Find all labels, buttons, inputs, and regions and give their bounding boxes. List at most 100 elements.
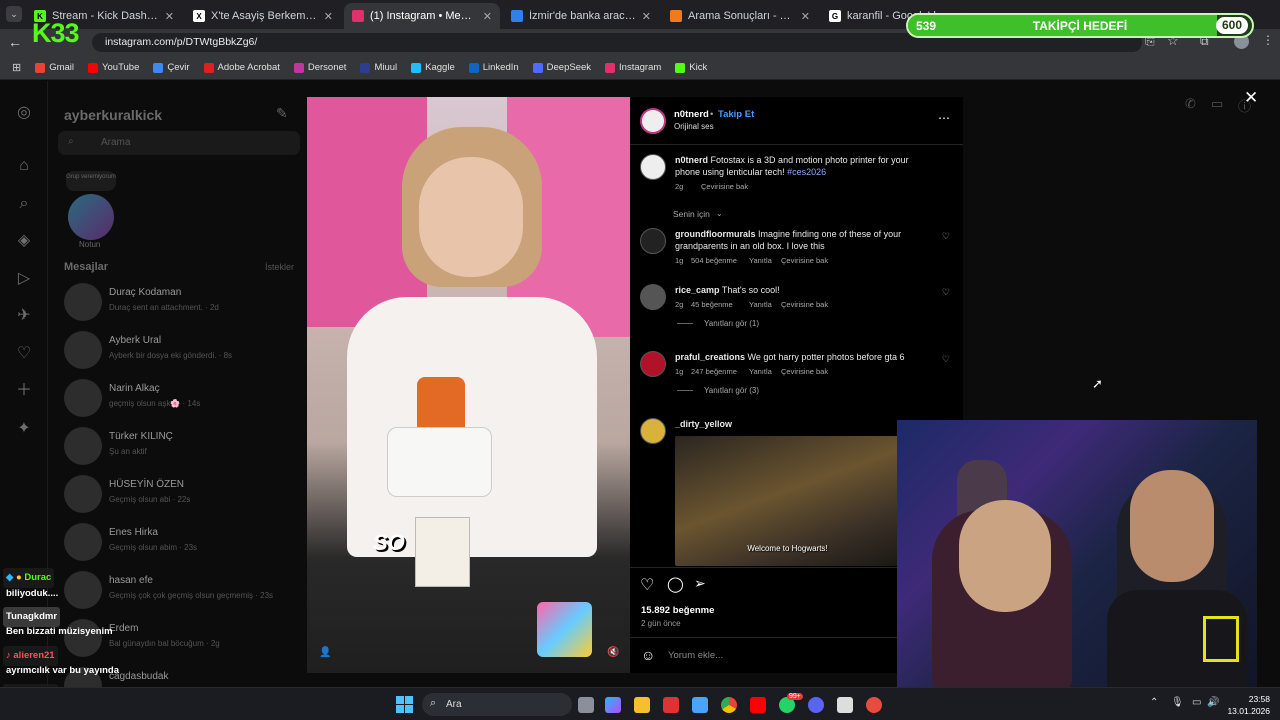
comment-username[interactable]: rice_camp — [675, 285, 720, 295]
create-plus-icon[interactable]: ＋ — [14, 381, 34, 401]
more-options-icon[interactable]: ⋯ — [938, 111, 950, 125]
messages-icon[interactable]: ✈ — [14, 306, 34, 326]
post-video[interactable]: SO 👤 🔇 — [307, 97, 630, 673]
comment-image[interactable]: Welcome to Hogwarts! — [675, 436, 900, 566]
tab-close-icon[interactable]: ✕ — [324, 10, 333, 23]
comment-like-count[interactable]: 504 beğenme — [691, 256, 737, 265]
author-username[interactable]: n0tnerd — [674, 109, 709, 120]
tray-chevron-icon[interactable]: ⌃ — [1150, 697, 1158, 708]
back-icon[interactable]: ← — [8, 34, 24, 50]
bookmark-item[interactable]: Dersonet — [293, 62, 346, 73]
comment-reply-button[interactable]: Yanıtla — [749, 300, 772, 309]
youtube-icon[interactable] — [750, 697, 766, 713]
dm-list-item[interactable]: Enes Hirka Geçmiş olsun abim · 23s — [64, 521, 304, 565]
start-windows-icon[interactable] — [396, 696, 413, 713]
comment-like-count[interactable]: 45 beğenme — [691, 300, 733, 309]
tab-close-icon[interactable]: ✕ — [483, 10, 492, 23]
comment-translate[interactable]: Çevirisine bak — [781, 256, 828, 265]
caption-translate[interactable]: Çevirisine bak — [701, 182, 748, 191]
bookmark-item[interactable]: DeepSeek — [532, 62, 591, 73]
comment-avatar[interactable] — [640, 418, 666, 444]
calendar-app-icon[interactable] — [663, 697, 679, 713]
browser-tab[interactable]: X X'te Asayiş Berkemal: "Olayın o ✕ — [185, 3, 341, 29]
comment-reply-button[interactable]: Yanıtla — [749, 367, 772, 376]
view-replies[interactable]: Yanıtları gör (3) — [704, 386, 759, 395]
comment-username[interactable]: _dirty_yellow — [675, 419, 732, 429]
comment-like-count[interactable]: 247 beğenme — [691, 367, 737, 376]
comment-username[interactable]: praful_creations — [675, 352, 745, 362]
tag-people-icon[interactable]: 👤 — [319, 647, 331, 658]
taskbar-search[interactable]: ⌕ Ara — [422, 693, 572, 716]
dm-list-item[interactable]: HÜSEYİN ÖZEN Geçmiş olsun abi · 22s — [64, 473, 304, 517]
volume-icon[interactable]: 🔊 — [1207, 697, 1219, 708]
audio-label[interactable]: Orijinal ses — [674, 122, 714, 131]
comment-translate[interactable]: Çevirisine bak — [781, 300, 828, 309]
call-icon[interactable]: ✆ — [1185, 96, 1196, 112]
caption-avatar[interactable] — [640, 154, 666, 180]
comment-like-heart-icon[interactable]: ♡ — [942, 287, 950, 298]
bookmark-item[interactable]: Miuul — [360, 62, 397, 73]
bookmark-item[interactable]: LinkedIn — [468, 62, 519, 73]
dm-list-item[interactable]: Narin Alkaç geçmiş olsun aşk🌸 · 14s — [64, 377, 304, 421]
bookmark-item[interactable]: Kaggle — [411, 62, 455, 73]
chrome-icon[interactable] — [721, 697, 737, 713]
browser-tab[interactable]: Arama Sonuçları - Trendyol ✕ — [662, 3, 818, 29]
obs-icon[interactable] — [866, 697, 882, 713]
comment-like-heart-icon[interactable]: ♡ — [942, 231, 950, 242]
mute-icon[interactable]: 🔇 — [607, 647, 619, 658]
view-replies[interactable]: Yanıtları gör (1) — [704, 319, 759, 328]
file-explorer-icon[interactable] — [634, 697, 650, 713]
browser-tab[interactable]: (1) Instagram • Mesajlar ✕ — [344, 3, 500, 29]
clock-date[interactable]: 13.01.2026 — [1220, 706, 1270, 716]
profile-icon[interactable]: ✦ — [14, 419, 34, 439]
comment-avatar[interactable] — [640, 284, 666, 310]
bookmark-item[interactable]: Adobe Acrobat — [203, 62, 280, 73]
store-icon[interactable] — [692, 697, 708, 713]
caption-hashtag[interactable]: #ces2026 — [787, 167, 826, 177]
bookmark-item[interactable]: Çevir — [153, 62, 190, 73]
tab-close-icon[interactable]: ✕ — [642, 10, 651, 23]
comment-like-heart-icon[interactable]: ♡ — [942, 354, 950, 365]
comment-input[interactable]: Yorum ekle... — [668, 650, 723, 661]
comment-reply-button[interactable]: Yanıtla — [749, 256, 772, 265]
emoji-icon[interactable]: ☺ — [641, 647, 655, 663]
bookmark-item[interactable]: Instagram — [605, 62, 661, 73]
dm-list-item[interactable]: Ayberk Ural Ayberk bir dosya eki gönderdi… — [64, 329, 304, 373]
bookmark-item[interactable]: Kick — [675, 62, 707, 73]
follow-button[interactable]: Takip Et — [718, 109, 754, 120]
dm-list-item[interactable]: Türker KILINÇ Şu an aktif — [64, 425, 304, 469]
tab-close-icon[interactable]: ✕ — [165, 10, 174, 23]
note-avatar[interactable] — [68, 194, 114, 240]
notifications-heart-icon[interactable]: ♡ — [14, 344, 34, 364]
microphone-icon[interactable]: 🎙 — [1171, 697, 1184, 708]
caption-username[interactable]: n0tnerd — [675, 155, 708, 165]
like-heart-icon[interactable]: ♡ — [640, 575, 654, 595]
search-box[interactable]: ⌕ Arama — [58, 131, 300, 155]
tab-search-icon[interactable]: ⌄ — [6, 6, 22, 22]
share-send-icon[interactable]: ➢ — [694, 575, 706, 592]
video-call-icon[interactable]: ▭ — [1211, 96, 1223, 112]
search-icon[interactable]: ⌕ — [14, 194, 34, 214]
comment-translate[interactable]: Çevirisine bak — [781, 367, 828, 376]
like-count[interactable]: 15.892 beğenme — [641, 605, 714, 616]
apps-grid-icon[interactable]: ⊞ — [12, 61, 21, 74]
task-view-icon[interactable] — [578, 697, 594, 713]
discord-icon[interactable] — [808, 697, 824, 713]
comment-avatar[interactable] — [640, 351, 666, 377]
home-icon[interactable]: ⌂ — [14, 156, 34, 176]
network-icon[interactable]: ▭ — [1192, 697, 1201, 708]
comment-username[interactable]: groundfloormurals — [675, 229, 756, 239]
browser-tab[interactable]: İzmir'de banka aracını soydular ✕ — [503, 3, 659, 29]
tab-close-icon[interactable]: ✕ — [801, 10, 810, 23]
clock-time[interactable]: 23:58 — [1226, 694, 1270, 704]
comment-bubble-icon[interactable]: ◯ — [667, 575, 684, 593]
dm-list-item[interactable]: Duraç Kodaman Duraç sent an attachment. ·… — [64, 281, 304, 325]
copilot-icon[interactable] — [605, 697, 621, 713]
account-username[interactable]: ayberkuralkick — [64, 107, 162, 123]
explore-icon[interactable]: ◈ — [14, 231, 34, 251]
close-modal-icon[interactable]: ✕ — [1244, 88, 1258, 108]
note-bubble[interactable]: Grup veremiyorum — [66, 171, 116, 191]
capcut-icon[interactable] — [837, 697, 853, 713]
instagram-logo-icon[interactable]: ◎ — [14, 103, 34, 123]
reels-icon[interactable]: ▷ — [14, 269, 34, 289]
